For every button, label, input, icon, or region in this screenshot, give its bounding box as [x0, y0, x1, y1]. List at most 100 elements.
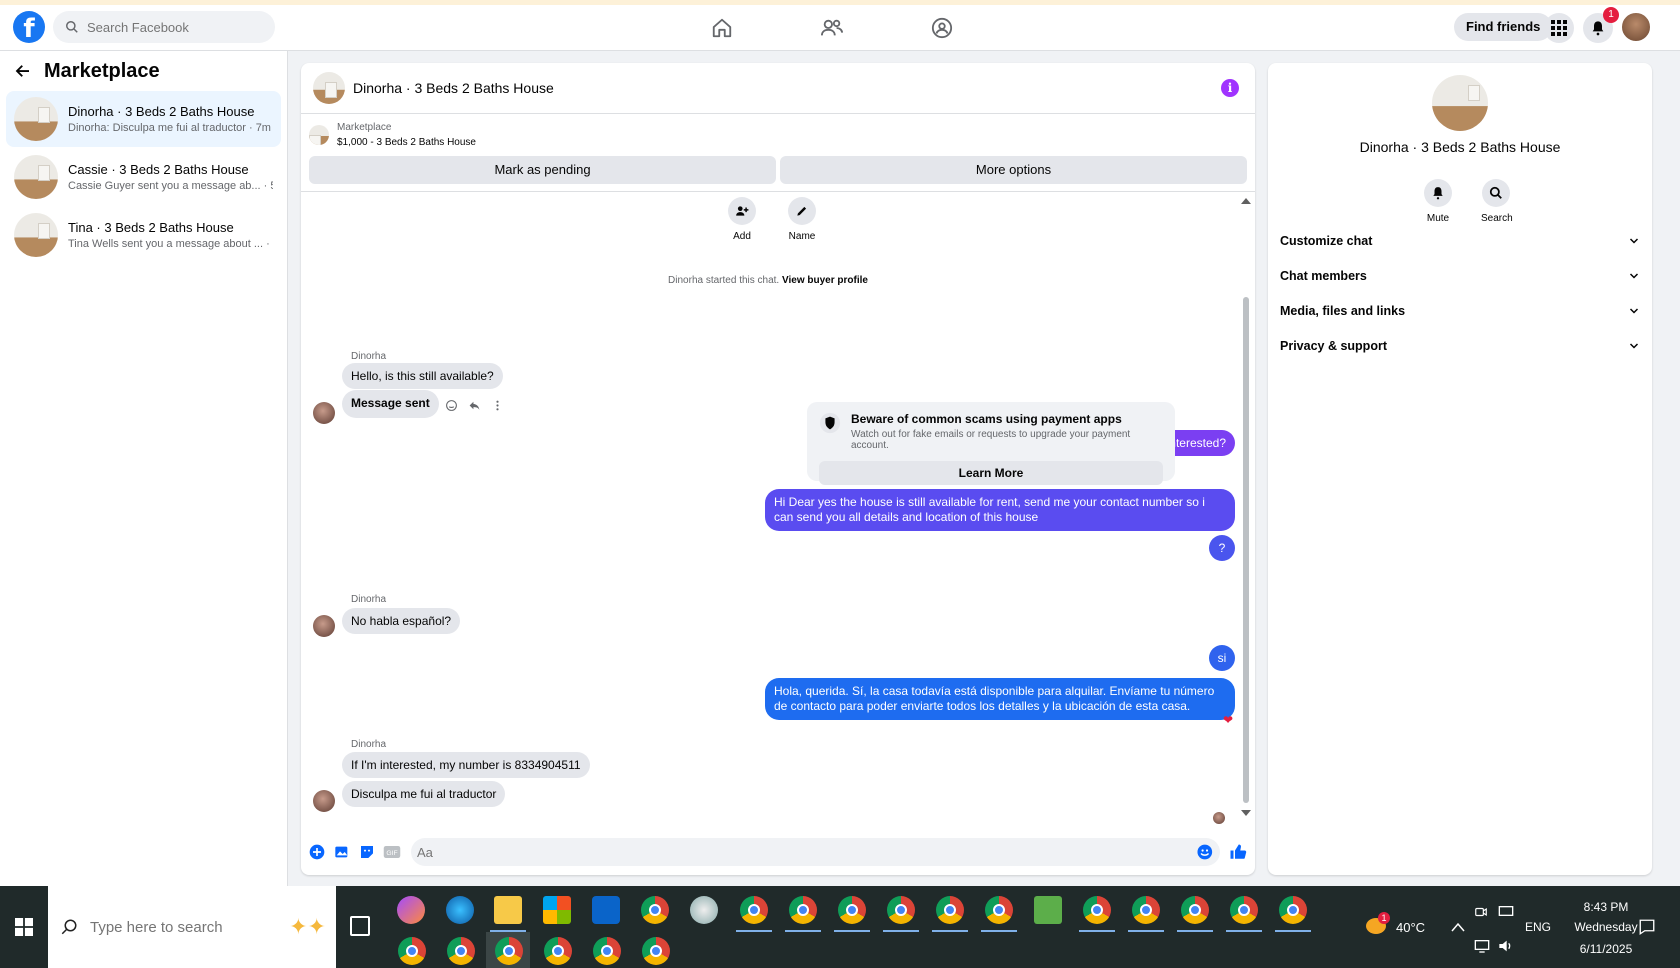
- message-bubble-outgoing[interactable]: Hola, querida. Sí, la casa todavía está …: [765, 678, 1235, 720]
- message-bubble-incoming[interactable]: No habla español?: [342, 608, 461, 634]
- message-bubble-incoming[interactable]: If I'm interested, my number is 83349045…: [342, 752, 590, 778]
- display-icon[interactable]: [1498, 905, 1514, 919]
- groups-icon[interactable]: [930, 16, 954, 40]
- clock-date[interactable]: 6/11/2025: [1568, 942, 1644, 956]
- message-bubble-incoming[interactable]: Message sent: [342, 390, 439, 418]
- notification-center-icon[interactable]: [1638, 918, 1656, 936]
- customize-chat-section[interactable]: Customize chat: [1280, 223, 1640, 258]
- edge-app-icon[interactable]: [446, 896, 474, 924]
- outlook-app-icon[interactable]: [592, 896, 620, 924]
- chrome-profile-icon[interactable]: [936, 896, 964, 924]
- chrome-profile-icon[interactable]: [593, 937, 621, 965]
- notepad-app-icon[interactable]: [1034, 896, 1062, 924]
- chrome-profile-icon[interactable]: [1083, 896, 1111, 924]
- sticker-icon[interactable]: [355, 840, 379, 864]
- menu-grid-button[interactable]: [1544, 13, 1574, 43]
- taskbar-search-box[interactable]: ✦✦: [48, 886, 336, 968]
- message-input-box[interactable]: [411, 838, 1220, 866]
- find-friends-button[interactable]: Find friends: [1454, 13, 1553, 41]
- mute-button[interactable]: Mute: [1423, 179, 1453, 224]
- chat-title[interactable]: Dinorha · 3 Beds 2 Baths House: [353, 80, 554, 96]
- chrome-profile-icon[interactable]: [887, 896, 915, 924]
- add-people-button[interactable]: Add: [725, 197, 759, 242]
- listing-description[interactable]: $1,000 - 3 Beds 2 Baths House: [337, 135, 476, 150]
- chrome-profile-icon[interactable]: [544, 937, 572, 965]
- message-input[interactable]: [417, 844, 1197, 860]
- chrome-profile-icon[interactable]: [398, 937, 426, 965]
- chevron-up-icon[interactable]: [1451, 922, 1465, 932]
- chrome-profile-icon[interactable]: [985, 896, 1013, 924]
- weather-temperature[interactable]: 40°C: [1396, 920, 1425, 935]
- chrome-profile-icon[interactable]: [838, 896, 866, 924]
- message-composer: GIF: [301, 829, 1255, 875]
- sender-avatar[interactable]: [313, 615, 335, 637]
- conversation-item[interactable]: Dinorha · 3 Beds 2 Baths House Dinorha: …: [6, 91, 281, 147]
- sender-avatar[interactable]: [313, 402, 335, 424]
- name-chat-button[interactable]: Name: [785, 197, 819, 242]
- listing-small-thumbnail[interactable]: [309, 125, 329, 145]
- chevron-down-icon: [1629, 237, 1639, 244]
- language-indicator[interactable]: ENG: [1525, 920, 1551, 934]
- chrome-profile-icon[interactable]: [447, 937, 475, 965]
- privacy-support-section[interactable]: Privacy & support: [1280, 328, 1640, 363]
- file-explorer-icon[interactable]: [494, 896, 522, 924]
- chat-scrollbar[interactable]: [1241, 197, 1251, 817]
- facebook-search-box[interactable]: [53, 11, 275, 43]
- message-bubble-outgoing[interactable]: Hi Dear yes the house is still available…: [765, 489, 1235, 531]
- chrome-profile-icon[interactable]: [1230, 896, 1258, 924]
- reply-icon[interactable]: [468, 399, 481, 412]
- volume-icon[interactable]: [1498, 939, 1514, 953]
- chrome-profile-icon[interactable]: [1181, 896, 1209, 924]
- more-options-button[interactable]: More options: [780, 156, 1247, 184]
- emoji-icon[interactable]: [1196, 843, 1214, 861]
- copilot-app-icon[interactable]: [397, 896, 425, 924]
- chrome-profile-icon[interactable]: [1132, 896, 1160, 924]
- clock-time[interactable]: 8:43 PM: [1568, 900, 1644, 914]
- sender-avatar[interactable]: [313, 790, 335, 812]
- chrome-profile-icon[interactable]: [740, 896, 768, 924]
- network-icon[interactable]: [1474, 939, 1490, 953]
- heart-reaction-icon[interactable]: ❤: [1223, 713, 1233, 727]
- facebook-search-input[interactable]: [87, 19, 257, 35]
- media-files-links-section[interactable]: Media, files and links: [1280, 293, 1640, 328]
- scroll-up-arrow-icon[interactable]: [1241, 197, 1251, 205]
- store-app-icon[interactable]: [543, 896, 571, 924]
- conversation-item[interactable]: Tina · 3 Beds 2 Baths House Tina Wells s…: [6, 207, 281, 263]
- profile-avatar[interactable]: [1620, 11, 1652, 43]
- view-buyer-profile-link[interactable]: View buyer profile: [782, 275, 868, 286]
- chrome-profile-icon[interactable]: [1279, 896, 1307, 924]
- scroll-down-arrow-icon[interactable]: [1241, 809, 1251, 817]
- taskbar-search-input[interactable]: [90, 918, 260, 936]
- chrome-active-window-icon[interactable]: [495, 937, 523, 965]
- back-arrow-icon[interactable]: [14, 62, 32, 80]
- react-smiley-icon[interactable]: [445, 399, 458, 412]
- thumbs-up-icon[interactable]: [1226, 840, 1250, 864]
- info-icon[interactable]: i: [1221, 79, 1239, 97]
- chat-info-avatar[interactable]: [1432, 75, 1488, 131]
- chat-listing-thumbnail[interactable]: [313, 72, 345, 104]
- home-icon[interactable]: [710, 16, 734, 40]
- message-bubble-incoming[interactable]: Disculpa me fui al traductor: [342, 781, 506, 807]
- message-bubble-outgoing[interactable]: si: [1209, 645, 1235, 671]
- chrome-profile-icon[interactable]: [789, 896, 817, 924]
- plus-icon[interactable]: [305, 840, 329, 864]
- meet-now-icon[interactable]: [1474, 905, 1488, 919]
- learn-more-button[interactable]: Learn More: [819, 461, 1163, 485]
- message-bubble-outgoing[interactable]: ?: [1209, 535, 1235, 561]
- search-in-chat-button[interactable]: Search: [1481, 179, 1513, 224]
- gif-icon[interactable]: GIF: [380, 840, 404, 864]
- friends-icon[interactable]: [820, 16, 844, 40]
- photo-icon[interactable]: [330, 840, 354, 864]
- chat-members-section[interactable]: Chat members: [1280, 258, 1640, 293]
- task-view-icon[interactable]: [350, 916, 370, 936]
- chrome-app-icon[interactable]: [641, 896, 669, 924]
- windows-start-button[interactable]: [0, 886, 48, 968]
- chrome-profile-icon[interactable]: [642, 937, 670, 965]
- message-bubble-incoming[interactable]: Hello, is this still available?: [342, 363, 503, 389]
- scroll-thumb[interactable]: [1243, 297, 1249, 803]
- pinned-app-icon[interactable]: [690, 896, 718, 924]
- conversation-item[interactable]: Cassie · 3 Beds 2 Baths House Cassie Guy…: [6, 149, 281, 205]
- facebook-logo[interactable]: f: [13, 11, 45, 43]
- mark-as-pending-button[interactable]: Mark as pending: [309, 156, 776, 184]
- more-vertical-icon[interactable]: [491, 399, 504, 412]
